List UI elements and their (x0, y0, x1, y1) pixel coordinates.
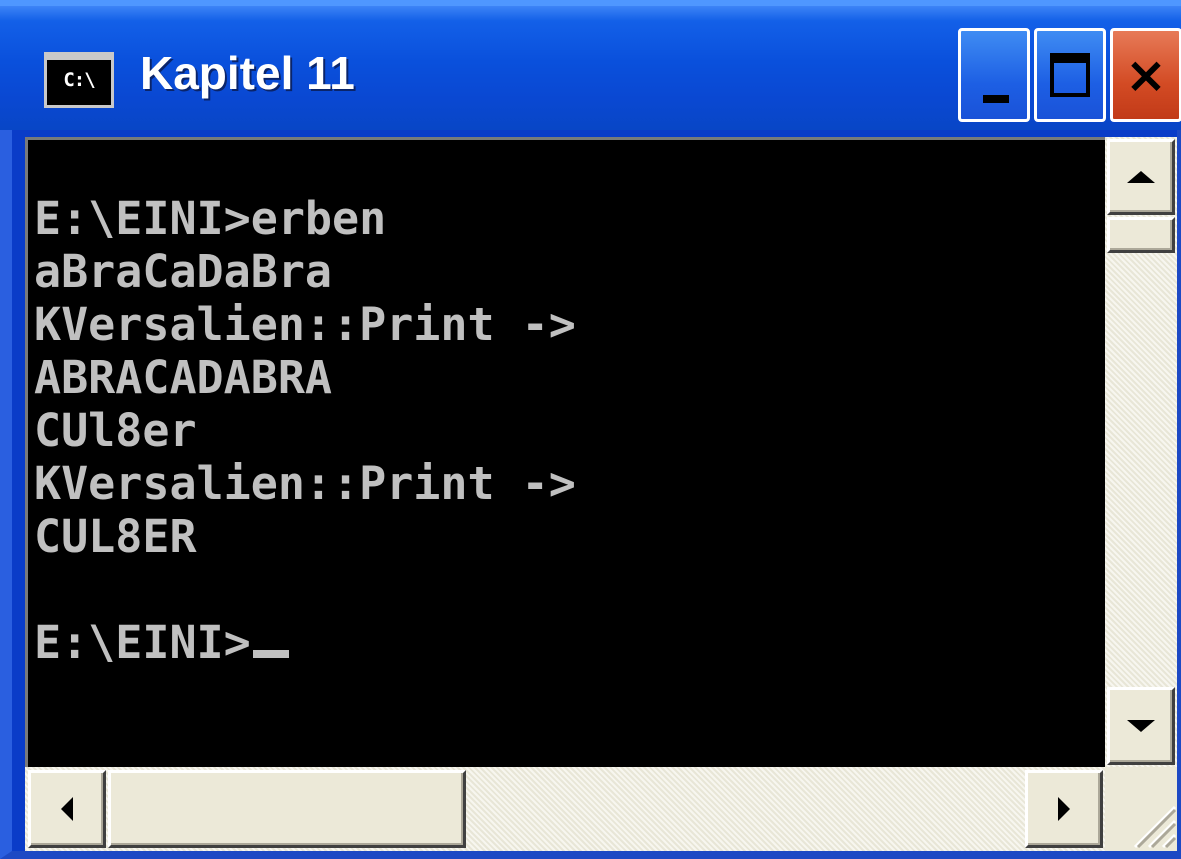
vertical-scrollbar[interactable] (1105, 137, 1177, 767)
console-window-icon[interactable]: C:\ (44, 52, 114, 108)
maximize-button[interactable] (1034, 28, 1106, 122)
text-cursor (252, 650, 289, 658)
window-title: Kapitel 11 (140, 47, 355, 99)
close-icon: × (1125, 46, 1167, 104)
console-line: aBraCaDaBra (34, 245, 333, 298)
scroll-down-button[interactable] (1107, 687, 1175, 765)
console-output-area[interactable]: E:\EINI>erben aBraCaDaBra KVersalien::Pr… (25, 137, 1105, 767)
console-text: E:\EINI>erben aBraCaDaBra KVersalien::Pr… (34, 192, 576, 669)
close-button[interactable]: × (1110, 28, 1181, 122)
scroll-left-button[interactable] (28, 770, 106, 848)
vertical-scroll-thumb[interactable] (1107, 217, 1175, 253)
console-line: KVersalien::Print -> (34, 457, 576, 510)
arrow-left-icon (61, 797, 73, 821)
console-line: KVersalien::Print -> (34, 298, 576, 351)
console-line: E:\EINI>erben (34, 192, 387, 245)
horizontal-scrollbar[interactable] (25, 767, 1105, 851)
minimize-button[interactable] (958, 28, 1030, 122)
minimize-icon (983, 95, 1009, 103)
arrow-right-icon (1058, 797, 1070, 821)
console-line: CUl8er (34, 404, 197, 457)
resize-grip-icon (1133, 805, 1177, 849)
maximize-icon (1050, 53, 1090, 97)
arrow-up-icon (1127, 171, 1155, 183)
arrow-down-icon (1127, 720, 1155, 732)
horizontal-scroll-thumb[interactable] (108, 770, 466, 848)
scroll-up-button[interactable] (1107, 139, 1175, 215)
console-line: CUL8ER (34, 510, 197, 563)
title-bar[interactable]: C:\ Kapitel 11 × (0, 0, 1181, 130)
command-prompt: E:\EINI> (34, 616, 251, 669)
scroll-right-button[interactable] (1025, 770, 1103, 848)
resize-grip[interactable] (1105, 767, 1177, 851)
console-line: ABRACADABRA (34, 351, 333, 404)
